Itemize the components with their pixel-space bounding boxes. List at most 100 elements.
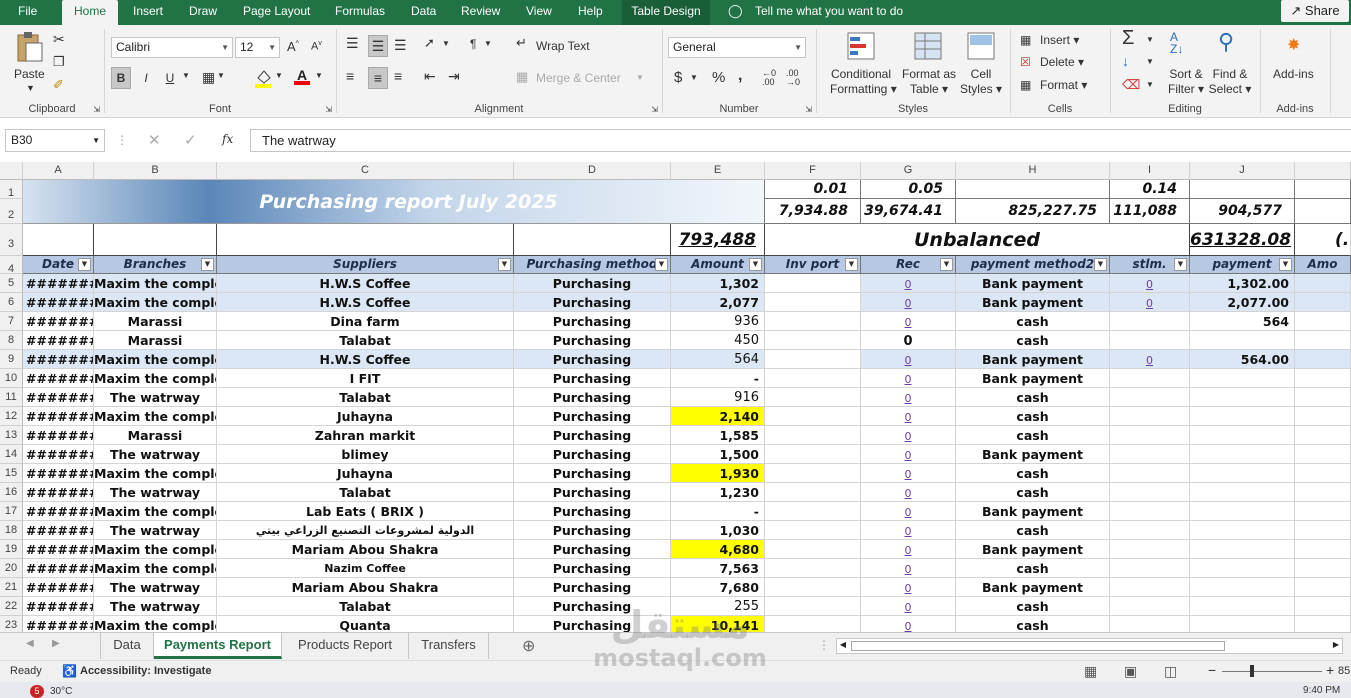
- row-header[interactable]: 20: [0, 559, 23, 578]
- amount2-cell[interactable]: [1295, 369, 1351, 388]
- zoom-level[interactable]: 85: [1338, 665, 1350, 677]
- inv-port-cell[interactable]: [765, 407, 861, 426]
- branch-cell[interactable]: Maxim the complex: [94, 464, 217, 483]
- payment-cell[interactable]: [1190, 407, 1295, 426]
- increase-indent-icon[interactable]: ⇥: [448, 68, 460, 85]
- amount2-cell[interactable]: [1295, 540, 1351, 559]
- date-cell[interactable]: #########: [23, 464, 94, 483]
- amount-cell[interactable]: 450: [671, 331, 765, 350]
- payment-method-cell[interactable]: Bank payment: [956, 350, 1110, 369]
- payment-cell[interactable]: [1190, 483, 1295, 502]
- sheet-tab-products-report[interactable]: Products Report: [282, 633, 409, 659]
- stlm-cell[interactable]: [1110, 426, 1190, 445]
- date-cell[interactable]: #########: [23, 369, 94, 388]
- summary-cell[interactable]: [1295, 180, 1351, 199]
- rec-cell[interactable]: 0: [861, 464, 956, 483]
- rec-cell[interactable]: 0: [861, 483, 956, 502]
- tab-help[interactable]: Help: [578, 0, 608, 25]
- font-name-select[interactable]: Calibri ▼: [111, 37, 233, 58]
- table-header[interactable]: Date ▼: [23, 256, 94, 274]
- italic-button[interactable]: I: [137, 67, 155, 89]
- branch-cell[interactable]: Maxim the complex: [94, 293, 217, 312]
- decrease-font-icon[interactable]: Av: [311, 40, 322, 53]
- branch-cell[interactable]: Maxim the complex: [94, 502, 217, 521]
- summary-cell[interactable]: 825,227.75: [956, 199, 1110, 224]
- row-header[interactable]: 22: [0, 597, 23, 616]
- payment-method-cell[interactable]: Bank payment: [956, 274, 1110, 293]
- branch-cell[interactable]: Marassi: [94, 426, 217, 445]
- supplier-cell[interactable]: Quanta: [217, 616, 514, 632]
- rec-link[interactable]: 0: [905, 563, 912, 576]
- rec-link[interactable]: 0: [905, 278, 912, 291]
- amount2-cell[interactable]: [1295, 578, 1351, 597]
- row-header[interactable]: 5: [0, 274, 23, 293]
- autosum-icon[interactable]: Σ: [1122, 27, 1134, 50]
- cancel-icon[interactable]: ✕: [148, 131, 161, 149]
- amount-cell[interactable]: 1,302: [671, 274, 765, 293]
- payment-method-cell[interactable]: Bank payment: [956, 540, 1110, 559]
- supplier-cell[interactable]: Talabat: [217, 331, 514, 350]
- tab-page-layout[interactable]: Page Layout: [243, 0, 313, 25]
- method-cell[interactable]: Purchasing: [514, 521, 671, 540]
- hscroll-right-icon[interactable]: ▶: [1330, 640, 1342, 649]
- hscroll-thumb[interactable]: [851, 641, 1225, 651]
- branch-cell[interactable]: The watrway: [94, 521, 217, 540]
- conditional-formatting-button[interactable]: Conditional Formatting ▾: [830, 67, 897, 97]
- date-cell[interactable]: #########: [23, 331, 94, 350]
- decrease-decimal-icon[interactable]: .00 →0: [786, 69, 800, 87]
- rec-cell[interactable]: 0: [861, 274, 956, 293]
- payment-cell[interactable]: [1190, 445, 1295, 464]
- row-header[interactable]: 6: [0, 293, 23, 312]
- payment-cell[interactable]: 564.00: [1190, 350, 1295, 369]
- currency-dropdown-icon[interactable]: ▼: [690, 73, 698, 82]
- orientation-icon[interactable]: ➚: [424, 35, 435, 51]
- rec-link[interactable]: 0: [905, 392, 912, 405]
- branch-cell[interactable]: The watrway: [94, 578, 217, 597]
- rec-cell[interactable]: 0: [861, 540, 956, 559]
- payment-total-cell[interactable]: 631328.08: [1190, 224, 1295, 256]
- stlm-cell[interactable]: [1110, 502, 1190, 521]
- inv-port-cell[interactable]: [765, 388, 861, 407]
- method-cell[interactable]: Purchasing: [514, 540, 671, 559]
- inv-port-cell[interactable]: [765, 578, 861, 597]
- column-header[interactable]: D: [514, 162, 671, 180]
- inv-port-cell[interactable]: [765, 426, 861, 445]
- date-cell[interactable]: #########: [23, 312, 94, 331]
- inv-port-cell[interactable]: [765, 521, 861, 540]
- row-header[interactable]: 13: [0, 426, 23, 445]
- tab-view[interactable]: View: [526, 0, 556, 25]
- worksheet-grid[interactable]: ABCDEFGHIJ 1 2 3 4 Purchasing report July 20…: [0, 162, 1351, 632]
- zoom-out-icon[interactable]: −: [1208, 662, 1216, 678]
- rec-link[interactable]: 0: [905, 449, 912, 462]
- cut-icon[interactable]: ✂: [53, 31, 65, 48]
- weather-temp[interactable]: 30°C: [50, 686, 72, 697]
- supplier-cell[interactable]: blimey: [217, 445, 514, 464]
- number-dialog-launcher-icon[interactable]: ⇲: [805, 105, 812, 114]
- filter-dropdown-icon[interactable]: ▼: [498, 258, 511, 271]
- table-header[interactable]: Amo: [1295, 256, 1351, 274]
- payment-method-cell[interactable]: cash: [956, 521, 1110, 540]
- rec-cell[interactable]: 0: [861, 426, 956, 445]
- amount2-cell[interactable]: [1295, 502, 1351, 521]
- amount-cell[interactable]: -: [671, 369, 765, 388]
- amount-cell[interactable]: 255: [671, 597, 765, 616]
- supplier-cell[interactable]: Nazim Coffee: [217, 559, 514, 578]
- tab-formulas[interactable]: Formulas: [335, 0, 391, 25]
- inv-port-cell[interactable]: [765, 616, 861, 632]
- amount2-cell[interactable]: [1295, 388, 1351, 407]
- align-left-icon[interactable]: ≡: [346, 68, 354, 84]
- stlm-cell[interactable]: 0: [1110, 293, 1190, 312]
- rec-cell[interactable]: 0: [861, 369, 956, 388]
- stlm-cell[interactable]: 0: [1110, 274, 1190, 293]
- scroll-right-icon[interactable]: ▶: [52, 638, 60, 649]
- inv-port-cell[interactable]: [765, 559, 861, 578]
- branch-cell[interactable]: Maxim the complex: [94, 369, 217, 388]
- amount-cell[interactable]: -: [671, 502, 765, 521]
- fill-icon[interactable]: ↓: [1122, 53, 1129, 69]
- amount2-cell[interactable]: [1295, 521, 1351, 540]
- font-size-select[interactable]: 12 ▼: [235, 37, 280, 58]
- date-cell[interactable]: #########: [23, 350, 94, 369]
- summary-cell[interactable]: [1190, 180, 1295, 199]
- amount2-cell[interactable]: [1295, 331, 1351, 350]
- branch-cell[interactable]: The watrway: [94, 388, 217, 407]
